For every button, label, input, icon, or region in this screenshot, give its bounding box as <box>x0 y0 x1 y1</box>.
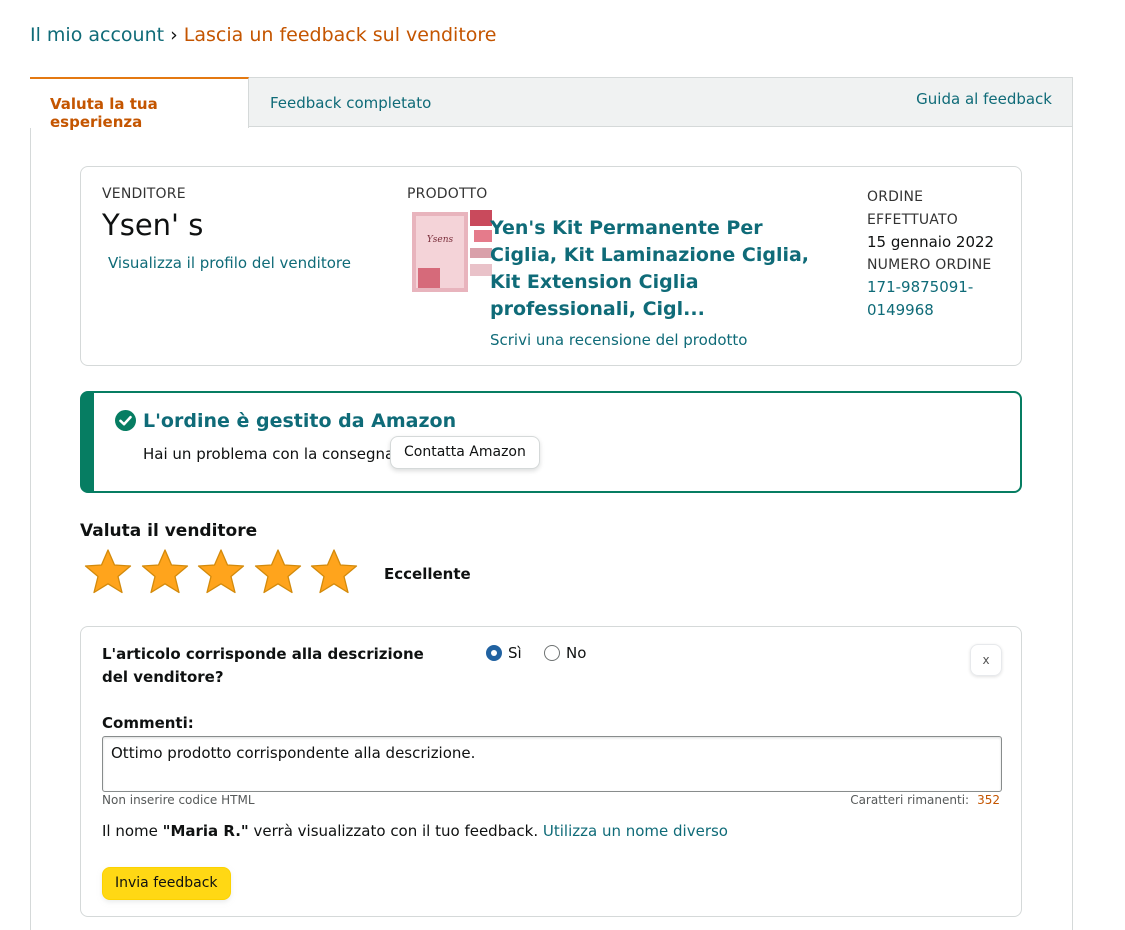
breadcrumb-my-account-link[interactable]: Il mio account <box>30 24 164 46</box>
rate-seller-title: Valuta il venditore <box>80 521 258 541</box>
thumbnail-brand-text: Ysens <box>427 235 454 245</box>
seller-label: VENDITORE <box>102 186 186 202</box>
order-placed-label: ORDINE EFFETTUATO <box>867 189 958 228</box>
breadcrumb: Il mio account › Lascia un feedback sul … <box>30 24 497 46</box>
order-section: ORDINE EFFETTUATO 15 gennaio 2022 NUMERO… <box>867 186 1017 321</box>
characters-remaining-label: Caratteri rimanenti: <box>850 793 970 807</box>
fulfilled-by-amazon-alert: L'ordine è gestito da Amazon Hai un prob… <box>80 391 1022 493</box>
write-review-link[interactable]: Scrivi una recensione del prodotto <box>490 331 747 349</box>
order-date: 15 gennaio 2022 <box>867 233 995 251</box>
radio-no-icon[interactable] <box>544 645 560 661</box>
contact-amazon-button[interactable]: Contatta Amazon <box>390 436 540 469</box>
comments-textarea[interactable]: Ottimo prodotto corrispondente alla desc… <box>102 736 1002 792</box>
characters-remaining: Caratteri rimanenti: 352 <box>850 793 1000 807</box>
tab-feedback-completed[interactable]: Feedback completato <box>270 94 431 112</box>
product-title-link[interactable]: Yen's Kit Permanente Per Ciglia, Kit Lam… <box>490 215 810 323</box>
product-thumbnail[interactable]: Ysens <box>410 208 494 296</box>
submit-feedback-button[interactable]: Invia feedback <box>102 867 231 900</box>
seller-profile-link[interactable]: Visualizza il profilo del venditore <box>108 254 351 272</box>
radio-no-label[interactable]: No <box>566 644 586 662</box>
star-5-icon[interactable] <box>309 548 359 596</box>
order-number-link[interactable]: 171-9875091-0149968 <box>867 276 1017 321</box>
html-hint: Non inserire codice HTML <box>102 793 255 807</box>
star-1-icon[interactable] <box>83 548 133 596</box>
alert-title: L'ordine è gestito da Amazon <box>143 410 457 432</box>
feedback-guide-link[interactable]: Guida al feedback <box>916 90 1052 108</box>
alert-text: Hai un problema con la consegna? <box>143 445 403 463</box>
characters-remaining-count: 352 <box>977 793 1000 807</box>
product-label: PRODOTTO <box>407 186 488 202</box>
order-number-label: NUMERO ORDINE <box>867 256 992 273</box>
check-circle-icon <box>115 410 136 431</box>
radio-yes-label[interactable]: Sì <box>508 644 522 662</box>
feedback-form: L'articolo corrisponde alla descrizione … <box>80 626 1022 917</box>
breadcrumb-separator: › <box>170 24 178 46</box>
breadcrumb-current-page: Lascia un feedback sul venditore <box>183 24 497 46</box>
close-question-button[interactable]: x <box>970 644 1002 676</box>
display-name: "Maria R." <box>162 822 249 840</box>
order-info-box: VENDITORE Ysen' s Visualizza il profilo … <box>80 166 1022 366</box>
tab-rate-experience[interactable]: Valuta la tua esperienza <box>30 77 249 131</box>
radio-yes-icon[interactable] <box>486 645 502 661</box>
seller-section: VENDITORE Ysen' s <box>102 186 203 242</box>
name-notice-prefix: Il nome <box>102 822 163 840</box>
seller-name: Ysen' s <box>102 208 204 242</box>
product-section: PRODOTTO Ysens Yen's Kit Permanente Per … <box>407 186 809 349</box>
tab-bar: Valuta la tua esperienza Feedback comple… <box>30 77 1072 131</box>
display-name-notice: Il nome "Maria R." verrà visualizzato co… <box>102 822 728 840</box>
star-2-icon[interactable] <box>140 548 190 596</box>
star-4-icon[interactable] <box>253 548 303 596</box>
rating-label: Eccellente <box>384 565 471 583</box>
use-different-name-link[interactable]: Utilizza un nome diverso <box>543 822 728 840</box>
star-3-icon[interactable] <box>196 548 246 596</box>
comments-label: Commenti: <box>102 714 194 732</box>
description-match-question: L'articolo corrisponde alla descrizione … <box>102 645 424 686</box>
name-notice-suffix: verrà visualizzato con il tuo feedback. <box>248 822 543 840</box>
